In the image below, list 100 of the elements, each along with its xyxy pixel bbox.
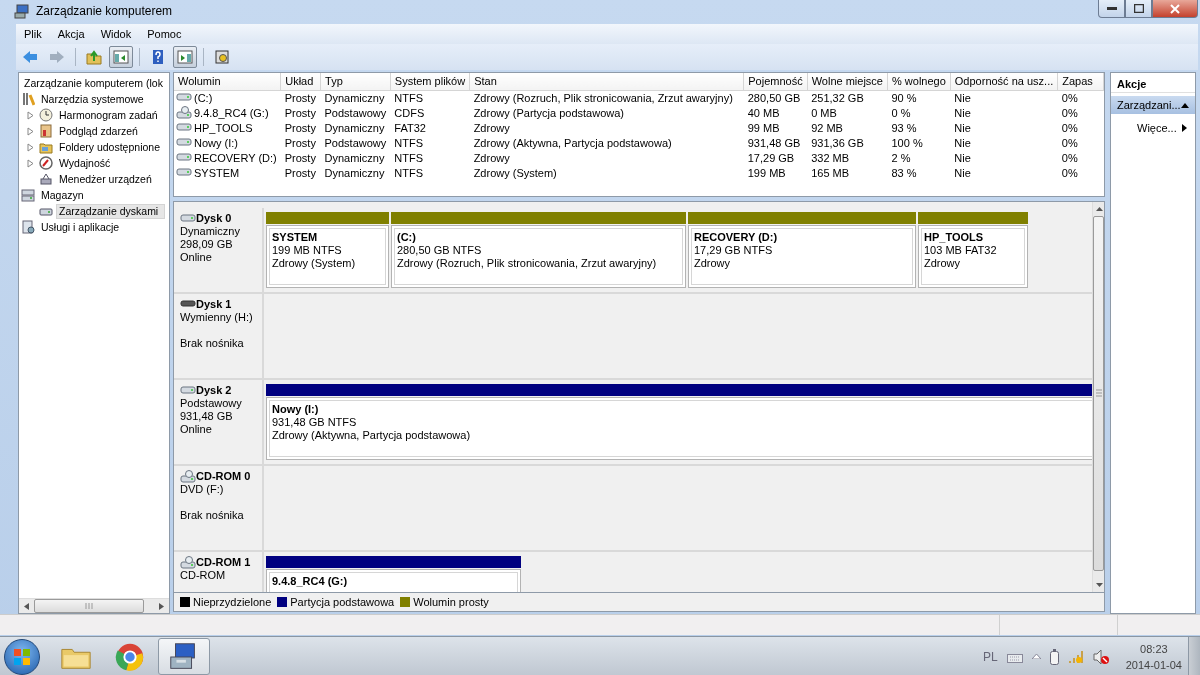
scroll-up-icon[interactable] [1095, 206, 1103, 211]
disk-status: Online [180, 422, 212, 435]
table-cell: Podstawowy [324, 136, 387, 149]
pane-title: Akcje [1111, 73, 1195, 93]
disk-type: Dynamiczny [180, 224, 240, 237]
start-button[interactable] [4, 638, 40, 675]
table-cell: 931,36 GB [811, 136, 864, 149]
partition-box[interactable]: RECOVERY (D:) 17,29 GB NTFS Zdrowy [688, 224, 916, 288]
close-button[interactable] [1152, 0, 1198, 18]
maximize-icon [1133, 4, 1144, 13]
expand-arrow-icon[interactable] [27, 126, 34, 136]
submenu-arrow-icon [1182, 124, 1187, 132]
disk-type: Podstawowy [180, 396, 242, 409]
legend-label: Partycja podstawowa [290, 596, 395, 609]
minimize-icon [1106, 6, 1117, 11]
folder-up-icon [86, 49, 102, 65]
scroll-right-icon[interactable] [159, 602, 164, 610]
tree-item[interactable]: Wydajność [56, 155, 114, 171]
table-cell: Nowy (I:) [194, 136, 238, 149]
tree-item[interactable]: Menedżer urządzeń [56, 171, 155, 187]
table-cell: Prosty [284, 136, 316, 149]
show-hidden-icons-icon[interactable] [1031, 654, 1041, 659]
menu-item[interactable]: Plik [16, 28, 50, 40]
more-actions-link[interactable]: Więce... [1111, 119, 1195, 137]
column-header[interactable]: Wolumin [174, 73, 281, 90]
partition-box[interactable]: SYSTEM 199 MB NTFS Zdrowy (System) [266, 224, 389, 288]
tree-item[interactable]: Magazyn [38, 187, 87, 203]
table-cell: Prosty [284, 106, 316, 119]
minimize-button[interactable] [1098, 0, 1125, 18]
device-icon [39, 172, 53, 186]
maximize-button[interactable] [1125, 0, 1152, 18]
table-cell: Dynamiczny [324, 91, 385, 104]
actions-group[interactable]: Zarządzani... [1111, 96, 1195, 114]
column-header[interactable]: System plików [390, 73, 470, 90]
show-tree-icon-button[interactable] [109, 46, 133, 68]
disk-size: 298,09 GB [180, 237, 233, 250]
scroll-down-icon[interactable] [1095, 583, 1103, 588]
tree-item[interactable]: Usługi i aplikacje [38, 219, 123, 235]
partition-title: (C:) [397, 230, 417, 244]
table-cell: SYSTEM [194, 166, 240, 179]
table-cell: Prosty [284, 166, 316, 179]
clock-icon [39, 108, 53, 122]
cd-drive-icon [176, 106, 192, 119]
language-indicator[interactable]: PL [983, 649, 998, 664]
tree-item[interactable]: Narzędzia systemowe [38, 91, 147, 107]
table-cell: Prosty [284, 91, 316, 104]
battery-icon[interactable] [1049, 648, 1059, 665]
close-icon [1170, 3, 1180, 14]
table-cell: Podstawowy [324, 106, 387, 119]
partition-size: 103 MB FAT32 [924, 243, 998, 257]
menu-item[interactable]: Widok [92, 28, 140, 40]
scroll-left-icon[interactable] [24, 602, 29, 610]
grip-icon[interactable] [1095, 389, 1102, 398]
disk-drive-icon [176, 166, 192, 179]
column-header[interactable]: Pojemność [743, 73, 808, 90]
shared-folder-icon [39, 140, 53, 154]
clock[interactable]: 08:23 2014-01-04 [1125, 640, 1182, 673]
disk-status: Brak nośnika [180, 336, 244, 349]
show-actions-icon-button[interactable] [173, 46, 197, 68]
table-cell: Zdrowy [473, 151, 510, 164]
table-cell: CDFS [394, 106, 425, 119]
taskbar-app-button[interactable] [158, 638, 210, 675]
column-header[interactable]: Wolne miejsce [807, 73, 888, 90]
services-icon [21, 220, 35, 234]
speaker-muted-icon[interactable] [1092, 648, 1109, 665]
tree-item[interactable]: Foldery udostępnione [56, 139, 163, 155]
tree-item[interactable]: Zarządzanie komputerem (lok [21, 75, 166, 91]
tree-item[interactable]: Podgląd zdarzeń [56, 123, 141, 139]
expand-arrow-icon[interactable] [27, 158, 34, 168]
column-header[interactable]: % wolnego [887, 73, 951, 90]
partition-status: Zdrowy (System) [272, 256, 357, 270]
tree-item[interactable]: Harmonogram zadań [56, 107, 161, 123]
table-cell: 199 MB [747, 166, 786, 179]
horizontal-scrollbar[interactable] [19, 598, 169, 613]
table-cell: 17,29 GB [747, 151, 795, 164]
partition-box[interactable]: Nowy (I:) 931,48 GB NTFS Zdrowy (Aktywna, Partycja podstawowa) [266, 396, 1092, 460]
partition-box[interactable]: HP_TOOLS 103 MB FAT32 Zdrowy [918, 224, 1028, 288]
vertical-scrollbar[interactable] [1092, 201, 1104, 593]
partition-box[interactable]: 9.4.8_RC4 (G:) [266, 568, 521, 593]
expand-arrow-icon[interactable] [27, 110, 34, 120]
expand-arrow-icon[interactable] [27, 142, 34, 152]
column-header[interactable]: Zapas [1057, 73, 1104, 90]
partition-status: Zdrowy (Aktywna, Partycja podstawowa) [272, 428, 472, 442]
table-cell: 93 % [891, 121, 917, 134]
column-header[interactable]: Układ [280, 73, 321, 90]
legend-label: Wolumin prosty [413, 596, 489, 609]
grip-icon[interactable] [85, 603, 93, 609]
table-cell: HP_TOOLS [194, 121, 253, 134]
partition-title: Nowy (I:) [272, 402, 320, 416]
column-header[interactable]: Stan [469, 73, 744, 90]
menu-item[interactable]: Akcja [49, 28, 93, 40]
table-cell: Zdrowy (Aktywna, Partycja podstawowa) [473, 136, 672, 149]
table-cell: 9.4.8_RC4 (G:) [194, 106, 269, 119]
tree-item[interactable]: Zarządzanie dyskami [56, 203, 166, 219]
column-header[interactable]: Typ [320, 73, 391, 90]
partition-box[interactable]: (C:) 280,50 GB NTFS Zdrowy (Rozruch, Plik stronicowania, Zrzut awaryjny) [391, 224, 686, 288]
column-header[interactable]: Odporność na usz... [950, 73, 1058, 90]
menu-item[interactable]: Pomoc [139, 28, 190, 40]
cd-drive-icon [180, 469, 196, 483]
table-cell: 0 % [891, 106, 911, 119]
